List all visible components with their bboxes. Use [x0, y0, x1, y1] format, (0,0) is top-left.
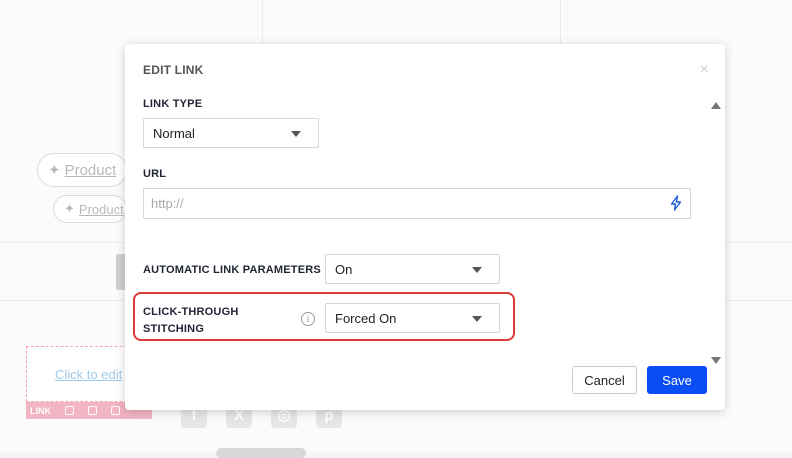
- bg-link-toolbar-label: LINK: [30, 405, 51, 416]
- link-type-select[interactable]: Normal: [143, 118, 319, 148]
- chevron-down-icon: [472, 267, 482, 273]
- sparkle-icon: ✦: [48, 162, 61, 179]
- bg-product-chip: ✦ Product: [37, 153, 127, 187]
- delete-icon: [111, 406, 120, 415]
- dialog-title: EDIT LINK: [143, 63, 204, 77]
- click-through-label-line2: STITCHING: [143, 323, 205, 335]
- auto-link-params-select[interactable]: On: [325, 254, 500, 284]
- cancel-button[interactable]: Cancel: [572, 366, 637, 394]
- bg-button: [216, 448, 306, 458]
- auto-link-params-label: AUTOMATIC LINK PARAMETERS: [143, 264, 321, 276]
- link-type-label: LINK TYPE: [143, 98, 203, 110]
- click-through-stitching-select[interactable]: Forced On: [325, 303, 500, 333]
- scroll-up-icon[interactable]: [711, 102, 721, 109]
- chevron-down-icon: [472, 316, 482, 322]
- info-icon[interactable]: i: [301, 312, 315, 326]
- close-icon[interactable]: ×: [700, 62, 709, 78]
- bg-product-chip: ✦ Product: [53, 195, 127, 223]
- copy-icon: [88, 406, 97, 415]
- link-type-value: Normal: [153, 125, 195, 141]
- click-through-stitching-value: Forced On: [335, 310, 397, 326]
- sparkle-icon: ✦: [64, 201, 75, 216]
- url-label: URL: [143, 168, 167, 180]
- save-button[interactable]: Save: [647, 366, 707, 394]
- bg-product-chip-label: Product: [64, 161, 117, 179]
- chevron-down-icon: [291, 131, 301, 137]
- lightning-bolt-icon[interactable]: [669, 195, 683, 211]
- click-through-label-line1: CLICK-THROUGH: [143, 306, 239, 318]
- save-icon: [65, 406, 74, 415]
- auto-link-params-value: On: [335, 261, 353, 277]
- bg-product-chip-label: Product: [78, 201, 124, 217]
- bg-click-to-edit: Click to edit: [55, 367, 123, 382]
- click-through-stitching-label: CLICK-THROUGH STITCHING: [143, 304, 238, 338]
- edit-link-dialog: EDIT LINK × LINK TYPE Normal URL AUTOMAT…: [125, 44, 725, 410]
- url-input[interactable]: [143, 188, 691, 219]
- scroll-down-icon[interactable]: [711, 357, 721, 364]
